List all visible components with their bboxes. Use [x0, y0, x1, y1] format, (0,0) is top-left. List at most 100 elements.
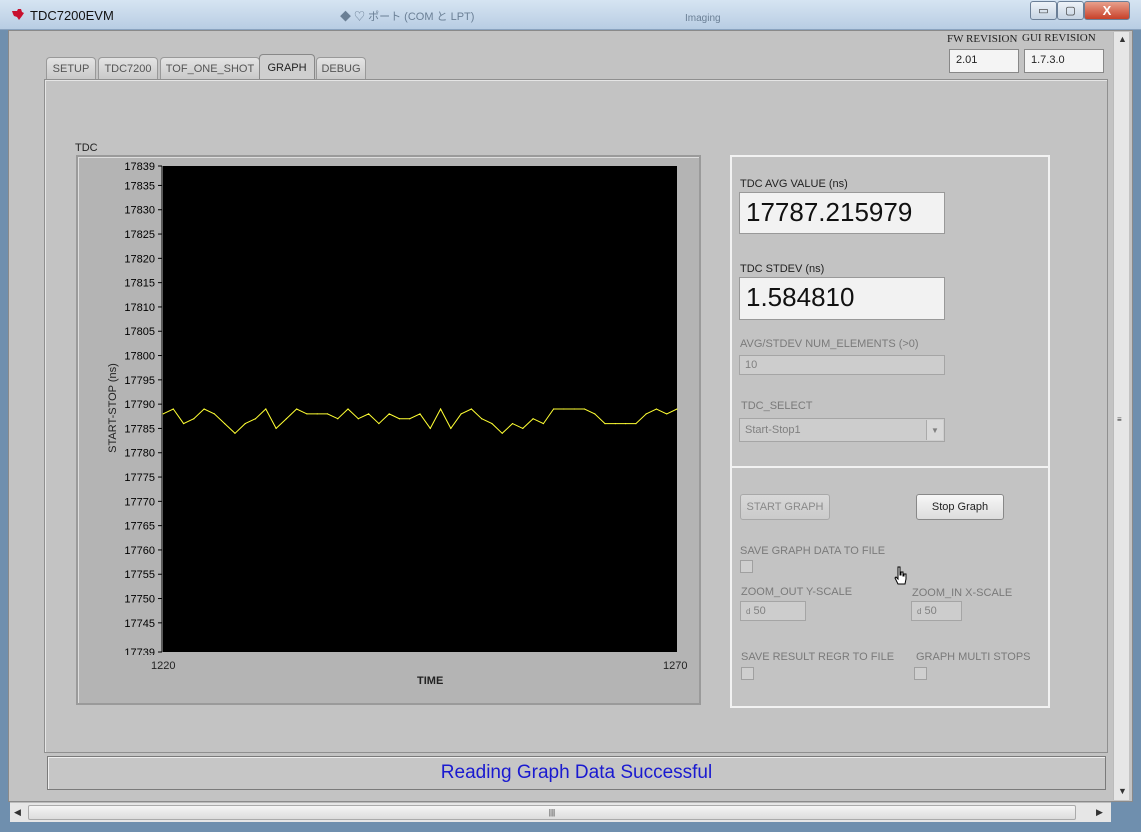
y-tick-label: 17780 — [124, 448, 155, 460]
data-point — [203, 408, 205, 410]
chevron-down-icon[interactable]: ▼ — [926, 420, 943, 440]
avg-value-label: TDC AVG VALUE (ns) — [740, 178, 848, 190]
data-point — [234, 432, 236, 434]
status-message: Reading Graph Data Successful — [440, 762, 713, 783]
data-point — [655, 408, 658, 410]
data-point — [368, 413, 370, 415]
y-tick-label: 17785 — [124, 423, 155, 435]
graph-title: TDC — [75, 142, 98, 154]
data-point — [553, 408, 555, 410]
graph-multi-stops-checkbox[interactable] — [914, 667, 927, 680]
start-graph-button[interactable]: START GRAPH — [740, 494, 830, 520]
y-tick-label: 17775 — [124, 472, 155, 484]
data-point — [172, 408, 174, 410]
num-elements-label: AVG/STDEV NUM_ELEMENTS (>0) — [740, 338, 919, 350]
data-point — [429, 427, 431, 430]
panel-divider — [730, 466, 1050, 468]
vertical-scrollbar[interactable]: ▲ ≡ ▼ — [1113, 32, 1129, 800]
data-point — [213, 413, 215, 415]
data-point — [676, 408, 678, 410]
y-tick-label: 17760 — [124, 545, 155, 557]
data-point — [635, 422, 637, 425]
data-point — [439, 408, 442, 410]
stop-graph-button[interactable]: Stop Graph — [916, 494, 1004, 520]
zoom-out-y-value: 50 — [753, 605, 766, 617]
zoom-out-y-input[interactable]: d 50 — [740, 601, 806, 621]
y-tick-label: 17825 — [124, 229, 155, 241]
y-tick-label: 17835 — [124, 180, 155, 192]
data-point — [378, 422, 380, 425]
plot-area — [163, 166, 677, 652]
save-result-checkbox[interactable] — [741, 667, 754, 680]
fw-revision-label: FW REVISION — [947, 33, 1018, 45]
y-tick-label: 17830 — [124, 205, 155, 217]
y-tick-label: 17790 — [124, 399, 155, 411]
data-point — [398, 418, 401, 420]
data-point — [573, 408, 575, 410]
data-point — [337, 418, 339, 420]
horizontal-scroll-thumb[interactable]: ||| — [28, 805, 1076, 820]
gui-revision-label: GUI REVISION — [1022, 32, 1096, 44]
data-point — [419, 413, 421, 415]
y-tick-label: 17810 — [124, 302, 155, 314]
window-titlebar[interactable] — [0, 0, 1141, 30]
zoom-in-x-value: 50 — [924, 605, 937, 617]
tdc-chart[interactable]: 17739 17745 17750 17755 17760 17765 17770 17775… — [110, 155, 700, 655]
status-bar: Reading Graph Data Successful — [47, 756, 1106, 790]
y-tick-label: 17745 — [124, 618, 155, 630]
tdc-select-dropdown[interactable]: Start-Stop1 ▼ — [739, 418, 945, 442]
scroll-up-icon[interactable]: ▲ — [1118, 34, 1127, 44]
data-point — [522, 427, 524, 430]
save-graph-data-checkbox[interactable] — [740, 560, 753, 573]
scroll-left-icon[interactable]: ◀ — [14, 807, 21, 818]
tab-graph[interactable]: GRAPH — [259, 54, 315, 81]
tab-tof-one-shot[interactable]: TOF_ONE_SHOT — [160, 57, 260, 80]
y-tick-label: 17770 — [124, 496, 155, 508]
y-tick-label: 17739 — [124, 647, 155, 655]
data-point — [542, 422, 544, 425]
minimize-button[interactable]: ▭ — [1030, 1, 1057, 20]
scroll-right-icon[interactable]: ▶ — [1096, 807, 1103, 818]
tdc-select-value: Start-Stop1 — [745, 424, 801, 436]
stdev-label: TDC STDEV (ns) — [740, 263, 825, 275]
maximize-button[interactable]: ▢ — [1057, 1, 1084, 20]
data-point — [604, 422, 606, 425]
scroll-grip-icon[interactable]: ≡ — [1117, 415, 1122, 424]
x-axis-min-label: 1220 — [151, 660, 176, 672]
y-tick-label: 17795 — [124, 375, 155, 387]
scroll-grip-icon: ||| — [548, 808, 556, 817]
data-point — [347, 408, 349, 410]
data-point — [594, 413, 596, 415]
y-tick-label: 17800 — [124, 351, 155, 363]
zoom-in-x-input[interactable]: d 50 — [911, 601, 962, 621]
background-window-text: ◆ ♡ ポート (COM と LPT) — [340, 11, 475, 23]
save-graph-data-label: SAVE GRAPH DATA TO FILE — [740, 545, 886, 557]
data-point — [491, 422, 493, 425]
tab-debug[interactable]: DEBUG — [316, 57, 366, 80]
data-point — [254, 418, 257, 420]
tab-tdc7200[interactable]: TDC7200 — [98, 57, 158, 80]
gui-revision-value: 1.7.3.0 — [1024, 49, 1104, 73]
data-point — [511, 422, 514, 425]
x-axis-max-label: 1270 — [663, 660, 688, 672]
scroll-down-icon[interactable]: ▼ — [1118, 786, 1127, 796]
data-point — [450, 427, 452, 430]
data-point — [614, 422, 616, 425]
tab-setup[interactable]: SETUP — [46, 57, 96, 80]
background-window-text-2: Imaging — [685, 13, 721, 24]
data-point — [244, 422, 246, 425]
avg-value-display: 17787.215979 — [739, 192, 945, 234]
tdc-select-label: TDC_SELECT — [741, 400, 813, 412]
data-point — [296, 408, 298, 410]
num-elements-input[interactable]: 10 — [739, 355, 945, 375]
close-button[interactable]: X — [1084, 1, 1130, 20]
y-tick-label: 17750 — [124, 594, 155, 606]
data-point — [285, 418, 287, 420]
zoom-out-y-label: ZOOM_OUT Y-SCALE — [741, 586, 853, 598]
graph-multi-stops-label: GRAPH MULTI STOPS — [916, 651, 1031, 663]
horizontal-scrollbar[interactable]: ◀ ||| ▶ — [10, 802, 1111, 822]
data-point — [583, 408, 586, 410]
data-point — [625, 422, 627, 425]
data-point — [388, 413, 390, 415]
data-point — [563, 408, 565, 410]
